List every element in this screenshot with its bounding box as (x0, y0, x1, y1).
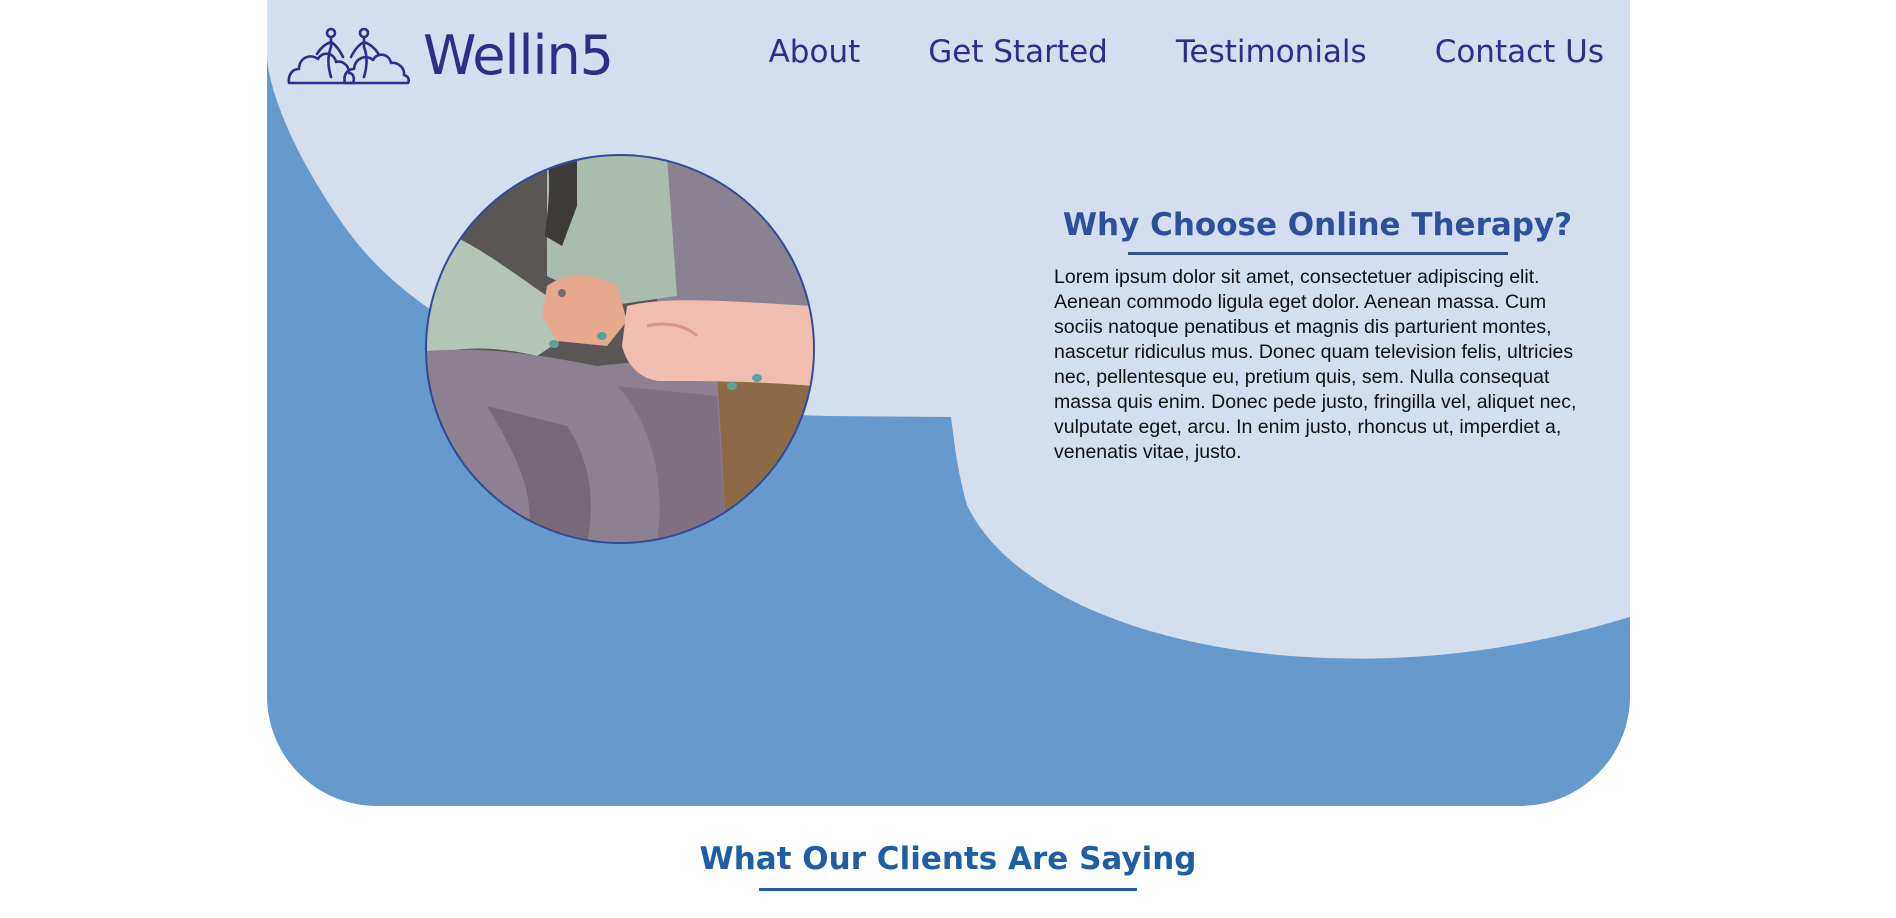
nav-testimonials[interactable]: Testimonials (1176, 32, 1367, 72)
nav-about[interactable]: About (769, 32, 861, 72)
why-body-text: Lorem ipsum dolor sit amet, consectetuer… (1054, 266, 1577, 463)
testimonials-title: What Our Clients Are Saying (699, 841, 1197, 877)
hands-holding-image (427, 156, 813, 542)
main-nav: About Get Started Testimonials Contact U… (769, 32, 1604, 72)
brand-name: Wellin5 (423, 24, 614, 87)
why-online-therapy: Why Choose Online Therapy? Lorem ipsum d… (1050, 204, 1585, 465)
two-people-on-clouds-icon (287, 27, 411, 85)
nav-get-started[interactable]: Get Started (928, 32, 1108, 72)
hero-section: Wellin5 About Get Started Testimonials C… (267, 0, 1630, 806)
nav-contact-us[interactable]: Contact Us (1435, 32, 1604, 72)
brand-logo[interactable]: Wellin5 (287, 24, 614, 87)
testimonials-section: What Our Clients Are Saying (0, 836, 1896, 891)
title-underline (1127, 252, 1508, 255)
title-underline (759, 888, 1137, 891)
hero-photo (425, 154, 815, 544)
why-title: Why Choose Online Therapy? (1062, 207, 1573, 243)
